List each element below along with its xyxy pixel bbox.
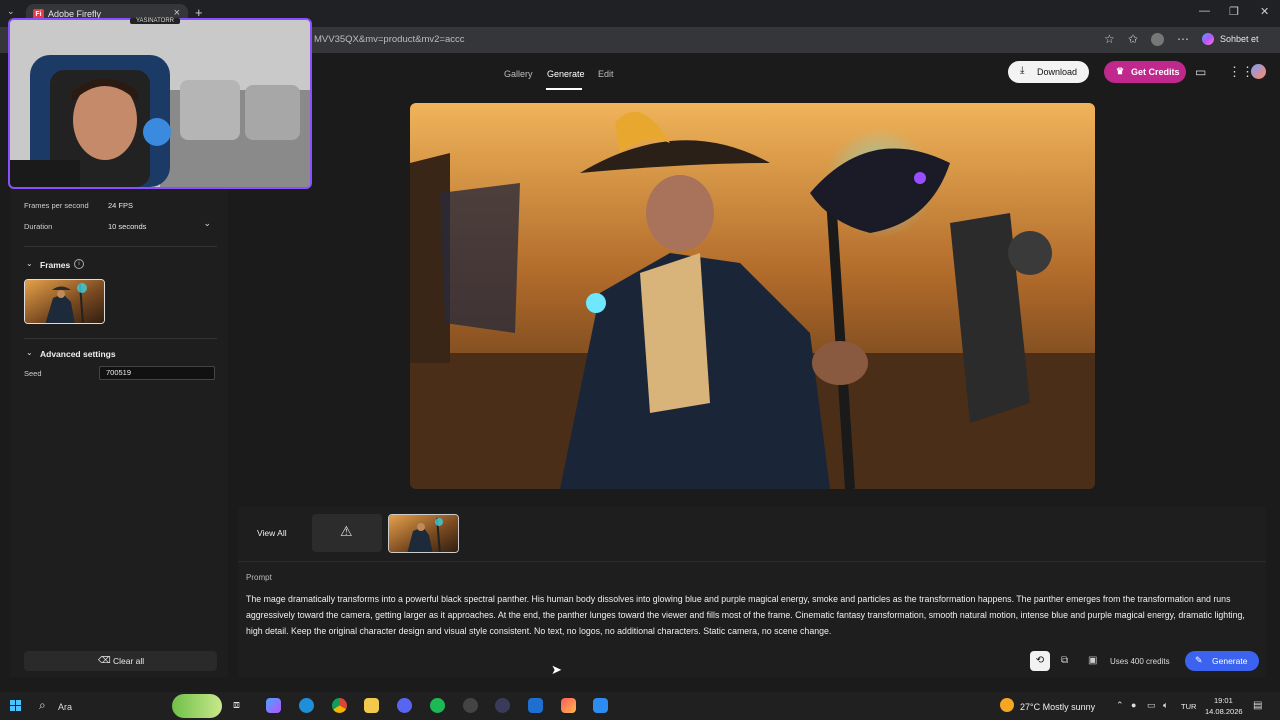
view-all-button[interactable]: View All — [257, 528, 287, 538]
webcam-label: YASINATORR — [130, 18, 181, 24]
frame-thumbnail[interactable] — [24, 279, 105, 324]
network-icon[interactable]: ▭ — [1147, 700, 1156, 711]
info-icon[interactable]: i — [74, 259, 84, 269]
seed-input[interactable]: 700519 — [99, 366, 215, 380]
history-icon[interactable]: ⟲ — [1030, 651, 1050, 671]
credits-cost-text: Uses 400 credits — [1110, 657, 1170, 666]
clear-all-label: Clear all — [113, 656, 145, 666]
prompt-label: Prompt — [246, 573, 272, 582]
url-text[interactable]: MVV35QX&mv=product&mv2=accc — [314, 34, 464, 45]
task-view-icon[interactable]: ⧈ — [233, 699, 240, 712]
favorite-star-icon[interactable]: ☆ — [1104, 32, 1115, 46]
eraser-icon: ⌫ — [98, 655, 111, 665]
advanced-settings-heading[interactable]: Advanced settings — [40, 349, 116, 359]
more-menu-icon[interactable]: ⋯ — [1177, 32, 1189, 46]
tab-generate[interactable]: Generate — [547, 69, 585, 79]
fps-value[interactable]: 24 FPS — [108, 201, 133, 210]
windows-start-icon[interactable] — [10, 700, 22, 712]
generate-icon: ✎ — [1195, 655, 1203, 665]
close-window-button[interactable]: ✕ — [1260, 5, 1269, 18]
tray-app-icon[interactable]: ● — [1131, 700, 1136, 710]
weather-text[interactable]: 27°C Mostly sunny — [1020, 702, 1095, 712]
sohbet-button[interactable]: Sohbet et — [1220, 34, 1259, 44]
tray-chevron-up-icon[interactable]: ⌃ — [1116, 700, 1124, 711]
language-indicator[interactable]: TUR — [1181, 702, 1196, 711]
search-icon[interactable]: ⌕ — [39, 698, 46, 713]
chrome-app-icon[interactable] — [332, 698, 347, 713]
restore-button[interactable]: ❐ — [1229, 5, 1239, 18]
frames-collapse-chevron-icon[interactable]: ⌄ — [26, 259, 33, 268]
divider — [24, 338, 217, 339]
app-icon[interactable] — [495, 698, 510, 713]
app-icon[interactable] — [593, 698, 608, 713]
clock-date[interactable]: 14.08.2026 — [1205, 707, 1243, 716]
download-icon: ⤓ — [1020, 65, 1025, 76]
feedback-chat-icon[interactable]: ▭ — [1195, 65, 1206, 79]
copilot-app-icon[interactable] — [266, 698, 281, 713]
download-button[interactable]: ⤓ Download — [1008, 61, 1089, 83]
seed-label: Seed — [24, 369, 42, 378]
app-icon[interactable] — [463, 698, 478, 713]
clear-all-button[interactable]: ⌫ Clear all — [24, 651, 217, 671]
download-label: Download — [1037, 67, 1078, 77]
tab-list-chevron-icon[interactable]: ⌄ — [7, 6, 15, 17]
copilot-icon[interactable] — [1202, 33, 1214, 45]
duration-label: Duration — [24, 222, 53, 231]
divider — [24, 246, 217, 247]
browser-profile-icon[interactable] — [1151, 33, 1164, 46]
warning-icon: ⚠ — [340, 523, 353, 539]
prompt-textarea[interactable]: The mage dramatically transforms into a … — [246, 591, 1258, 639]
webcam-overlay — [8, 18, 312, 189]
crown-icon: ♛ — [1116, 66, 1125, 76]
app-icon[interactable] — [561, 698, 576, 713]
chevron-down-icon: ⌄ — [203, 218, 211, 228]
get-credits-button[interactable]: ♛ Get Credits — [1104, 61, 1186, 83]
file-explorer-icon[interactable] — [364, 698, 379, 713]
app-icon[interactable] — [528, 698, 543, 713]
failed-generation-tile[interactable]: ⚠ — [312, 514, 382, 552]
fps-label: Frames per second — [24, 201, 89, 210]
taskbar-search[interactable]: Ara — [58, 702, 72, 712]
active-tab-indicator — [546, 88, 582, 90]
mouse-cursor-icon: ➤ — [551, 662, 562, 677]
notification-icon[interactable]: ▤ — [1253, 700, 1262, 711]
generate-label: Generate — [1212, 656, 1248, 666]
weather-sun-icon[interactable] — [1000, 698, 1014, 712]
tab-gallery[interactable]: Gallery — [504, 69, 533, 79]
avatar[interactable] — [1251, 64, 1266, 79]
spotify-app-icon[interactable] — [430, 698, 445, 713]
generated-image[interactable] — [410, 103, 1095, 489]
advanced-collapse-chevron-icon[interactable]: ⌄ — [26, 348, 33, 357]
style-reference-icon[interactable]: ⧉ — [1061, 655, 1068, 666]
duration-select[interactable]: 10 seconds ⌄ — [107, 218, 215, 233]
frames-heading[interactable]: Frames — [40, 260, 70, 270]
duration-value: 10 seconds — [108, 222, 147, 231]
discord-app-icon[interactable] — [397, 698, 412, 713]
collections-icon[interactable]: ✩ — [1128, 32, 1138, 46]
tab-edit[interactable]: Edit — [598, 69, 614, 79]
get-credits-label: Get Credits — [1131, 67, 1180, 77]
generate-button[interactable]: ✎ Generate — [1185, 651, 1259, 671]
edge-app-icon[interactable] — [299, 698, 314, 713]
minimize-button[interactable]: — — [1199, 5, 1210, 17]
search-highlight-image[interactable] — [172, 694, 222, 718]
volume-icon[interactable]: 🔈︎ — [1163, 700, 1168, 711]
selected-generation-thumbnail[interactable] — [388, 514, 459, 553]
clock-time[interactable]: 19:01 — [1214, 696, 1233, 705]
camera-icon[interactable]: ▣ — [1088, 655, 1097, 666]
divider — [238, 561, 1266, 562]
